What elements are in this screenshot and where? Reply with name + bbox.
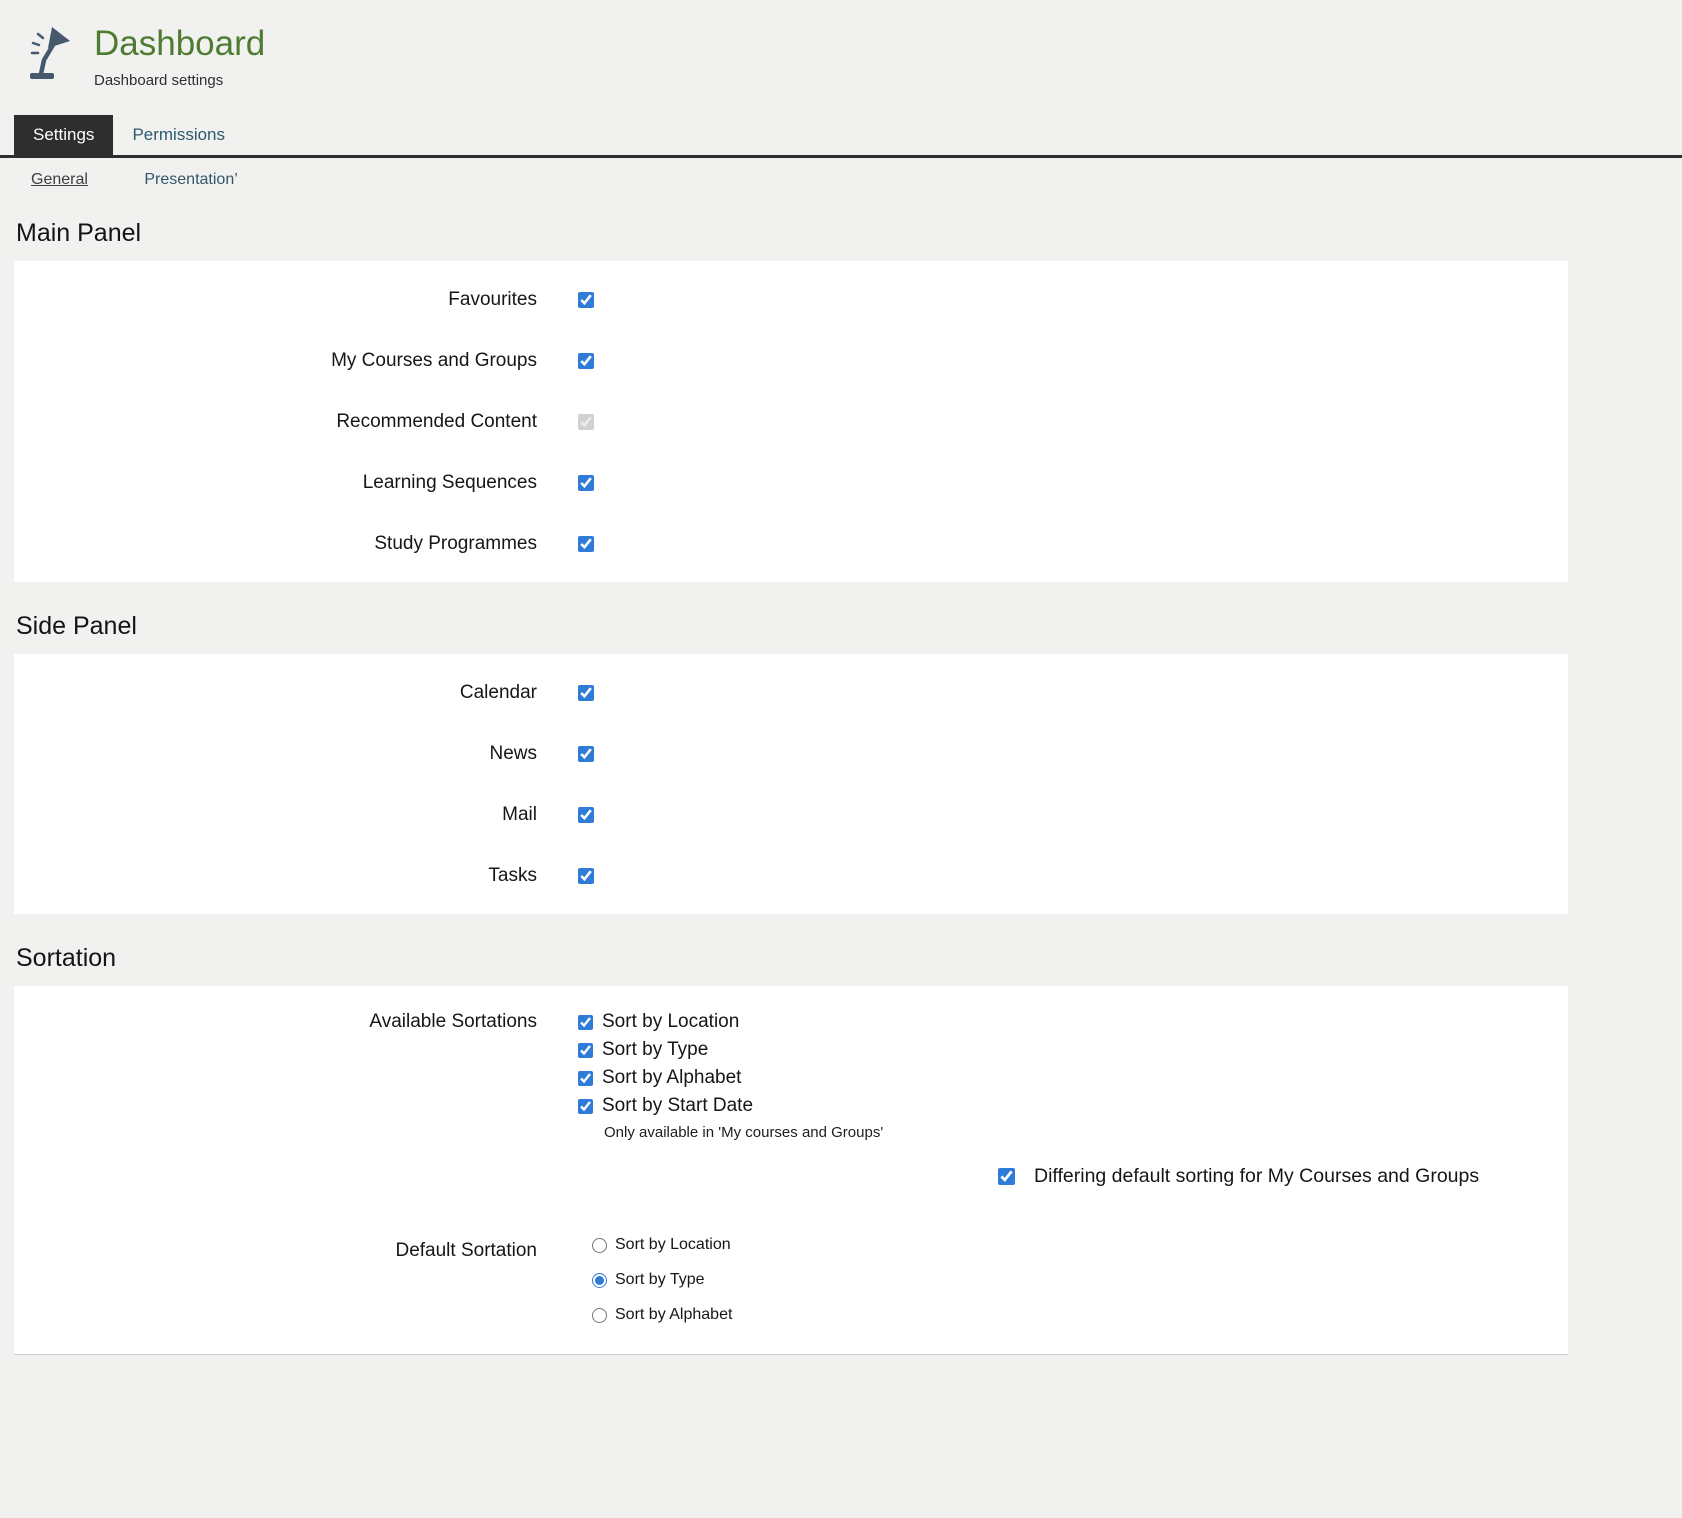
field-label: Favourites	[14, 289, 537, 311]
field-label: Calendar	[14, 682, 537, 704]
title-block: Dashboard Dashboard settings	[94, 24, 265, 89]
form-row-favourites: Favourites	[14, 269, 1568, 330]
section-title-sortation: Sortation	[16, 944, 1682, 973]
side-panel-section: Calendar News Mail Tasks	[14, 654, 1568, 914]
form-row-news: News	[14, 723, 1568, 784]
sort-by-start-date-checkbox[interactable]	[578, 1099, 593, 1114]
default-sort-by-location-option: Sort by Location	[592, 1236, 732, 1254]
field-label: Tasks	[14, 865, 537, 887]
field-label: News	[14, 743, 537, 765]
page-title: Dashboard	[94, 24, 265, 64]
learning-sequences-checkbox[interactable]	[578, 475, 594, 491]
option-label: Sort by Alphabet	[615, 1306, 732, 1324]
default-sort-by-type-option: Sort by Type	[592, 1271, 732, 1289]
tab-settings[interactable]: Settings	[14, 115, 113, 155]
form-row-mail: Mail	[14, 784, 1568, 845]
section-title-main-panel: Main Panel	[16, 219, 1682, 248]
field-label: Mail	[14, 804, 537, 826]
form-row-calendar: Calendar	[14, 662, 1568, 723]
default-sort-by-location-radio[interactable]	[592, 1238, 607, 1253]
option-label: Sort by Alphabet	[602, 1067, 741, 1089]
field-label: Available Sortations	[14, 1008, 537, 1033]
field-label: My Courses and Groups	[14, 350, 537, 372]
differing-default-sorting-label: Differing default sorting for My Courses…	[1034, 1165, 1479, 1188]
field-label: Recommended Content	[14, 411, 537, 433]
sort-by-alphabet-checkbox[interactable]	[578, 1071, 593, 1086]
sort-by-location-option: Sort by Location	[578, 1008, 883, 1036]
sort-by-type-checkbox[interactable]	[578, 1043, 593, 1058]
page-subtitle: Dashboard settings	[94, 72, 265, 89]
form-row-default-sortation: Default Sortation Sort by Location Sort …	[14, 1236, 1568, 1324]
option-label: Sort by Location	[602, 1011, 739, 1033]
default-sort-by-alphabet-option: Sort by Alphabet	[592, 1306, 732, 1324]
available-sortations-list: Sort by Location Sort by Type Sort by Al…	[578, 1008, 883, 1141]
default-sortation-radio-group: Sort by Location Sort by Type Sort by Al…	[592, 1236, 732, 1324]
lamp-icon	[28, 26, 76, 82]
option-label: Sort by Location	[615, 1236, 731, 1254]
option-label: Sort by Type	[602, 1039, 708, 1061]
form-row-my-courses: My Courses and Groups	[14, 330, 1568, 391]
default-sort-by-type-radio[interactable]	[592, 1273, 607, 1288]
sort-by-type-option: Sort by Type	[578, 1036, 883, 1064]
tab-permissions[interactable]: Permissions	[113, 115, 244, 155]
mail-checkbox[interactable]	[578, 807, 594, 823]
field-label: Default Sortation	[14, 1236, 537, 1262]
news-checkbox[interactable]	[578, 746, 594, 762]
default-sort-by-alphabet-radio[interactable]	[592, 1308, 607, 1323]
differing-default-sorting-row: Differing default sorting for My Courses…	[998, 1165, 1568, 1188]
option-label: Sort by Start Date	[602, 1095, 753, 1117]
tasks-checkbox[interactable]	[578, 868, 594, 884]
study-programmes-checkbox[interactable]	[578, 536, 594, 552]
subtab-general[interactable]: General	[31, 171, 88, 188]
sort-by-start-date-option: Sort by Start Date	[578, 1092, 883, 1120]
form-row-available-sortations: Available Sortations Sort by Location So…	[14, 994, 1568, 1141]
sort-by-alphabet-option: Sort by Alphabet	[578, 1064, 883, 1092]
sort-by-start-date-note: Only available in 'My courses and Groups…	[604, 1124, 883, 1141]
page-header: Dashboard Dashboard settings	[0, 0, 1682, 89]
subtab-bar: General Presentation’	[0, 158, 1682, 189]
recommended-content-checkbox	[578, 414, 594, 430]
form-row-study-programmes: Study Programmes	[14, 513, 1568, 574]
favourites-checkbox[interactable]	[578, 292, 594, 308]
form-row-learning-sequences: Learning Sequences	[14, 452, 1568, 513]
field-label: Study Programmes	[14, 533, 537, 555]
subtab-presentation[interactable]: Presentation’	[144, 171, 237, 188]
main-panel-section: Favourites My Courses and Groups Recomme…	[14, 261, 1568, 582]
form-row-tasks: Tasks	[14, 845, 1568, 906]
section-title-side-panel: Side Panel	[16, 612, 1682, 641]
sortation-section: Available Sortations Sort by Location So…	[14, 986, 1568, 1355]
option-label: Sort by Type	[615, 1271, 705, 1289]
sort-by-location-checkbox[interactable]	[578, 1015, 593, 1030]
form-row-recommended-content: Recommended Content	[14, 391, 1568, 452]
my-courses-and-groups-checkbox[interactable]	[578, 353, 594, 369]
field-label: Learning Sequences	[14, 472, 537, 494]
tab-bar: Settings Permissions	[0, 115, 1682, 158]
differing-default-sorting-checkbox[interactable]	[998, 1168, 1015, 1185]
calendar-checkbox[interactable]	[578, 685, 594, 701]
